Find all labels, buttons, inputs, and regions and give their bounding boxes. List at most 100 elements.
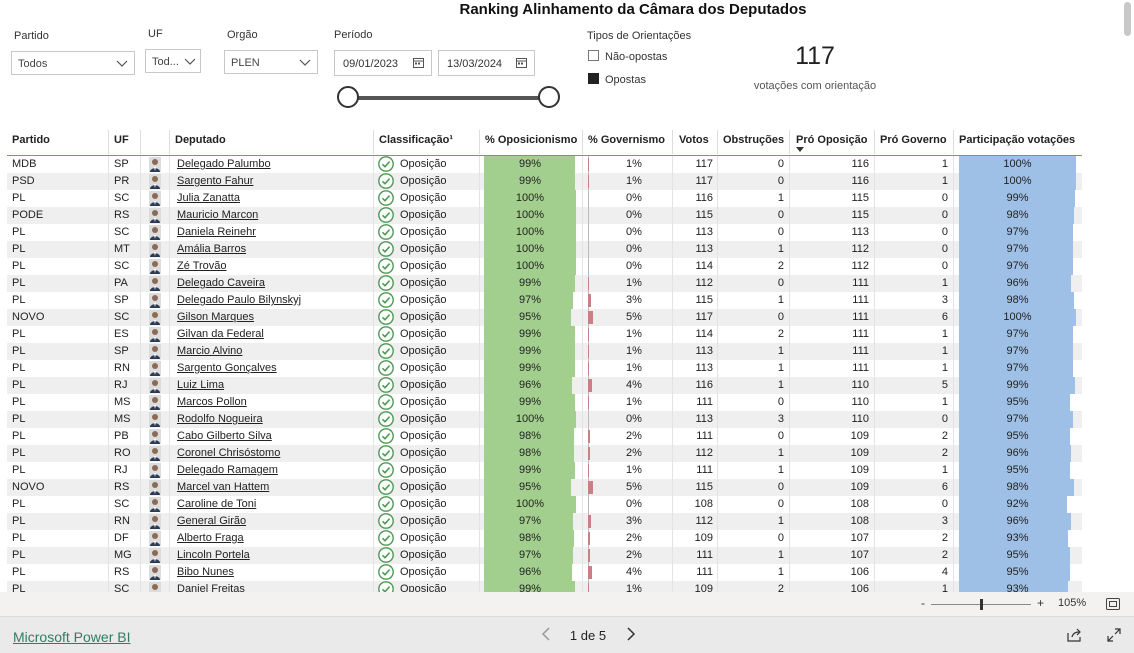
table-row[interactable]: PL SC Caroline de Toni Oposição 100% 0% 108 0 10…: [7, 496, 1082, 513]
deputado-link[interactable]: Gilvan da Federal: [177, 328, 264, 340]
column-divider: [169, 156, 170, 173]
calendar-icon[interactable]: [413, 57, 424, 68]
table-row[interactable]: PL RJ Delegado Ramagem Oposição 99% 1% 111 1 109…: [7, 462, 1082, 479]
col-participacao-header[interactable]: Participação votações: [959, 134, 1075, 146]
deputado-link[interactable]: Marcio Alvino: [177, 345, 242, 357]
deputado-link[interactable]: Gilson Marques: [177, 311, 254, 323]
checkbox-icon[interactable]: [588, 50, 599, 61]
col-pro-oposicao-header[interactable]: Pró Oposição: [796, 134, 868, 146]
opostas-option[interactable]: Opostas: [588, 73, 646, 86]
deputado-link[interactable]: Delegado Ramagem: [177, 464, 278, 476]
table-row[interactable]: PL MS Rodolfo Nogueira Oposição 100% 0% 113 3 11…: [7, 411, 1082, 428]
zoom-slider-thumb[interactable]: [980, 599, 983, 610]
deputado-link[interactable]: Daniela Reinehr: [177, 226, 256, 238]
deputado-link[interactable]: Marcel van Hattem: [177, 481, 269, 493]
deputado-link[interactable]: Caroline de Toni: [177, 498, 256, 510]
table-row[interactable]: PSD PR Sargento Fahur Oposição 99% 1% 117 0 116 1…: [7, 173, 1082, 190]
deputado-link[interactable]: Coronel Chrisóstomo: [177, 447, 280, 459]
column-divider: [582, 343, 583, 360]
deputado-link[interactable]: Amália Barros: [177, 243, 246, 255]
table-row[interactable]: PL ES Gilvan da Federal Oposição 99% 1% 114 2 11…: [7, 326, 1082, 343]
table-row[interactable]: PL RN General Girão Oposição 97% 3% 112 1 108 3 96…: [7, 513, 1082, 530]
start-date-input[interactable]: 09/01/2023: [334, 50, 432, 76]
oposicionismo-cell: 99%: [518, 464, 542, 476]
deputado-link[interactable]: Sargento Gonçalves: [177, 362, 277, 374]
deputado-link[interactable]: Julia Zanatta: [177, 192, 240, 204]
oposicionismo-cell: 97%: [518, 515, 542, 527]
end-date-input[interactable]: 13/03/2024: [438, 50, 535, 76]
deputado-link[interactable]: Delegado Caveira: [177, 277, 265, 289]
table-row[interactable]: PL SC Zé Trovão Oposição 100% 0% 114 2 112 0 97%: [7, 258, 1082, 275]
table-row[interactable]: PL RJ Luiz Lima Oposição 96% 4% 116 1 110 5 99%: [7, 377, 1082, 394]
col-oposicionismo-header[interactable]: % Oposicionismo: [485, 134, 577, 146]
column-divider: [140, 156, 141, 173]
table-row[interactable]: PL RN Sargento Gonçalves Oposição 99% 1% 113 1 1…: [7, 360, 1082, 377]
deputado-link[interactable]: Alberto Fraga: [177, 532, 244, 544]
periodo-label: Período: [334, 29, 373, 41]
deputado-link[interactable]: Cabo Gilberto Silva: [177, 430, 272, 442]
column-divider: [373, 343, 374, 360]
table-row[interactable]: PL DF Alberto Fraga Oposição 98% 2% 109 0 107 2 93…: [7, 530, 1082, 547]
uf-cell: SC: [114, 311, 130, 323]
col-uf-header[interactable]: UF: [114, 134, 129, 146]
table-row[interactable]: NOVO RS Marcel van Hattem Oposição 95% 5% 115 0…: [7, 479, 1082, 496]
period-slider-track[interactable]: [348, 96, 550, 100]
table-row[interactable]: PL SC Daniela Reinehr Oposição 100% 0% 113 0 113…: [7, 224, 1082, 241]
column-divider: [479, 275, 480, 292]
deputado-link[interactable]: Delegado Palumbo: [177, 158, 271, 170]
pro-governo-cell: 1: [941, 277, 948, 289]
share-icon[interactable]: [1067, 628, 1082, 642]
zoom-in-button[interactable]: +: [1037, 596, 1044, 610]
col-votos-header[interactable]: Votos: [679, 134, 709, 146]
partido-dropdown[interactable]: Todos: [11, 51, 135, 75]
period-slider-start-handle[interactable]: [337, 86, 359, 108]
next-page-button[interactable]: [626, 627, 636, 644]
uf-dropdown[interactable]: Tod...: [145, 49, 201, 73]
checkbox-checked-icon[interactable]: [588, 73, 599, 84]
sort-descending-icon[interactable]: [796, 147, 804, 152]
deputado-link[interactable]: Rodolfo Nogueira: [177, 413, 263, 425]
deputado-link[interactable]: Sargento Fahur: [177, 175, 253, 187]
page-scrollbar[interactable]: [1124, 2, 1131, 36]
table-row[interactable]: PL SP Delegado Paulo Bilynskyj Oposição 97% 3…: [7, 292, 1082, 309]
period-slider-end-handle[interactable]: [538, 86, 560, 108]
check-circle-icon: [378, 258, 394, 274]
table-row[interactable]: PL RS Bibo Nunes Oposição 96% 4% 111 1 106 4 95%: [7, 564, 1082, 581]
table-row[interactable]: PL RO Coronel Chrisóstomo Oposição 98% 2% 112 1…: [7, 445, 1082, 462]
deputado-link[interactable]: Delegado Paulo Bilynskyj: [177, 294, 301, 306]
column-divider: [373, 292, 374, 309]
deputado-link[interactable]: Bibo Nunes: [177, 566, 234, 578]
col-classificacao-header[interactable]: Classificação¹: [379, 134, 453, 146]
pro-oposicao-cell: 108: [850, 515, 869, 527]
col-obstrucoes-header[interactable]: Obstruções: [723, 134, 784, 146]
zoom-out-button[interactable]: -: [921, 596, 925, 610]
column-divider: [140, 479, 141, 496]
table-row[interactable]: PL PB Cabo Gilberto Silva Oposição 98% 2% 111 0…: [7, 428, 1082, 445]
deputado-link[interactable]: Luiz Lima: [177, 379, 224, 391]
table-row[interactable]: MDB SP Delegado Palumbo Oposição 99% 1% 117 0 11…: [7, 156, 1082, 173]
deputado-link[interactable]: Marcos Pollon: [177, 396, 247, 408]
deputado-link[interactable]: Lincoln Portela: [177, 549, 250, 561]
table-row[interactable]: PL MG Lincoln Portela Oposição 97% 2% 111 1 107 2…: [7, 547, 1082, 564]
table-row[interactable]: PL SP Marcio Alvino Oposição 99% 1% 113 1 111 1 97…: [7, 343, 1082, 360]
col-pro-governo-header[interactable]: Pró Governo: [880, 134, 947, 146]
nao-opostas-option[interactable]: Não-opostas: [588, 50, 667, 63]
orgao-dropdown[interactable]: PLEN: [224, 50, 318, 74]
deputado-link[interactable]: General Girão: [177, 515, 246, 527]
deputado-link[interactable]: Mauricio Marcon: [177, 209, 258, 221]
column-divider: [582, 564, 583, 581]
column-divider: [169, 258, 170, 275]
col-deputado-header[interactable]: Deputado: [175, 134, 226, 146]
table-row[interactable]: NOVO SC Gilson Marques Oposição 95% 5% 117 0 111…: [7, 309, 1082, 326]
col-partido-header[interactable]: Partido: [12, 134, 50, 146]
table-row[interactable]: PODE RS Mauricio Marcon Oposição 100% 0% 115 0 1…: [7, 207, 1082, 224]
fullscreen-icon[interactable]: [1107, 628, 1121, 642]
calendar-icon[interactable]: [516, 57, 527, 68]
deputado-link[interactable]: Zé Trovão: [177, 260, 227, 272]
table-row[interactable]: PL SC Julia Zanatta Oposição 100% 0% 116 1 115 0 9…: [7, 190, 1082, 207]
col-governismo-header[interactable]: % Governismo: [588, 134, 665, 146]
fit-to-page-icon[interactable]: [1106, 598, 1120, 610]
table-row[interactable]: PL MT Amália Barros Oposição 100% 0% 113 1 112 0 9…: [7, 241, 1082, 258]
table-row[interactable]: PL PA Delegado Caveira Oposição 99% 1% 112 0 111…: [7, 275, 1082, 292]
table-row[interactable]: PL MS Marcos Pollon Oposição 99% 1% 111 0 110 1 95…: [7, 394, 1082, 411]
